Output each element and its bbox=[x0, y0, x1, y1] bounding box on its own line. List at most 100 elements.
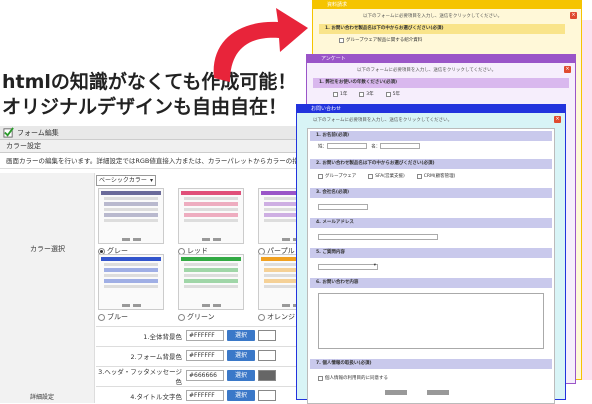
color-swatch-preview[interactable] bbox=[98, 254, 164, 310]
setting-label: 2.フォーム背景色 bbox=[130, 352, 182, 361]
select-color-button[interactable]: 選択 bbox=[227, 350, 255, 361]
yellow-card-q1: 1. お問い合わせ製品名は下の中からお選びください(必須) bbox=[319, 24, 565, 34]
question-select[interactable]: ▾ bbox=[318, 263, 378, 270]
color-select-label: カラー選択 bbox=[30, 245, 65, 253]
select-color-button[interactable]: 選択 bbox=[227, 330, 255, 341]
privacy-consent-checkbox[interactable]: 個人情報の利用目的に同意する bbox=[318, 375, 388, 381]
purple-card-title: アンケート bbox=[307, 55, 575, 63]
swatch-line bbox=[104, 285, 158, 288]
radio-dot[interactable] bbox=[178, 313, 185, 321]
purple-opt-2-label: 3年 bbox=[366, 92, 374, 97]
hex-input[interactable]: #FFFFFF bbox=[186, 390, 224, 401]
color-setting-row: 1.全体背景色 #FFFFFF 選択 bbox=[96, 326, 300, 344]
preset-dropdown[interactable]: ベーシックカラー ▾ bbox=[96, 175, 156, 186]
swatch-bar bbox=[104, 268, 158, 272]
hex-input[interactable]: #666666 bbox=[186, 370, 224, 381]
swatch-button bbox=[132, 238, 141, 241]
swatch-button bbox=[212, 238, 221, 241]
color-preview-swatch bbox=[258, 370, 276, 381]
swatch-line bbox=[184, 197, 238, 200]
inquiry-q2-opt-1-label: グループウェア bbox=[325, 174, 357, 179]
color-swatch-preview[interactable] bbox=[178, 254, 244, 310]
inquiry-q2-opt-3-label: CRM(顧客管理) bbox=[423, 174, 456, 179]
inquiry-q2-text: 2. お問い合わせ製品名は下の中からお選びください(必須) bbox=[316, 161, 435, 166]
setting-label: 1.全体背景色 bbox=[143, 332, 182, 341]
email-input[interactable] bbox=[318, 233, 438, 240]
radio-dot[interactable] bbox=[258, 313, 265, 321]
swatch-button bbox=[212, 304, 221, 307]
purple-card-intro: 以下のフォームに必要項目を入力し、送信をクリックしてください。 bbox=[357, 68, 497, 73]
color-radio[interactable]: オレンジ bbox=[258, 312, 295, 322]
inquiry-form-card: お問い合わせ × 以下のフォームに必要項目を入力し、送信をクリックしてください。… bbox=[296, 104, 566, 404]
swatch-line bbox=[184, 274, 238, 277]
swatch-button bbox=[281, 238, 290, 241]
close-icon[interactable]: × bbox=[564, 66, 571, 73]
purple-opt-2[interactable]: 3年 bbox=[359, 91, 374, 97]
setting-label: 3.ヘッダ・フッタメッセージ色 bbox=[98, 367, 182, 386]
inquiry-q6: 6. お問い合わせ内容 bbox=[310, 278, 552, 288]
color-preview-swatch bbox=[258, 350, 276, 361]
close-icon[interactable]: × bbox=[554, 116, 561, 123]
red-arrow-icon bbox=[213, 8, 308, 82]
color-setting-row: 3.ヘッダ・フッタメッセージ色 #666666 選択 bbox=[96, 366, 300, 386]
inquiry-q1: 1. お名前(必須) bbox=[310, 131, 552, 141]
privacy-consent-label: 個人情報の利用目的に同意する bbox=[325, 376, 388, 381]
inquiry-form-body: 1. お名前(必須) 姓： 名： 2. お問い合わせ製品名は下の中からお選びくだ… bbox=[307, 128, 555, 404]
color-radio-label: オレンジ bbox=[267, 313, 295, 321]
yellow-card-title: 資料請求 bbox=[313, 1, 581, 9]
inquiry-q3-text: 3. 会社名(必須) bbox=[316, 190, 350, 195]
yellow-q1-option[interactable]: グループウェア製品に関する紹介資料 bbox=[339, 37, 422, 43]
select-color-button[interactable]: 選択 bbox=[227, 370, 255, 381]
yellow-q1-text: 1. お問い合わせ製品名は下の中からお選びください(必須) bbox=[325, 26, 444, 31]
last-name-label: 姓： bbox=[318, 144, 327, 150]
color-radio-label: ブルー bbox=[107, 313, 128, 321]
swatch-bar bbox=[184, 213, 238, 217]
swatch-button bbox=[121, 238, 130, 241]
color-radio-label: グリーン bbox=[187, 313, 215, 321]
swatch-header bbox=[181, 257, 241, 261]
swatch-bar bbox=[184, 268, 238, 272]
purple-opt-3[interactable]: 5年 bbox=[385, 91, 400, 97]
inquiry-card-title: お問い合わせ bbox=[297, 105, 565, 113]
reset-button[interactable] bbox=[385, 390, 407, 395]
section-description: 画面カラーの編集を行います。詳細設定ではRGB値直接入力または、カラーパレットか… bbox=[0, 153, 300, 169]
select-color-button[interactable]: 選択 bbox=[227, 390, 255, 401]
swatch-line bbox=[184, 285, 238, 288]
purple-card-q1: 1. 弊社をお使いの年数ください(必須) bbox=[313, 78, 569, 88]
swatch-line bbox=[184, 219, 238, 222]
swatch-bar bbox=[104, 279, 158, 283]
swatch-line bbox=[104, 197, 158, 200]
close-icon[interactable]: × bbox=[570, 12, 577, 19]
purple-opt-1[interactable]: 1年 bbox=[333, 91, 347, 97]
inquiry-textarea[interactable] bbox=[318, 293, 544, 349]
company-input[interactable] bbox=[318, 203, 368, 210]
hex-input[interactable]: #FFFFFF bbox=[186, 330, 224, 341]
inquiry-q2-opt-2-label: SFA(営業支援) bbox=[375, 174, 405, 179]
submit-button[interactable] bbox=[427, 390, 449, 395]
color-preview-swatch bbox=[258, 330, 276, 341]
first-name-input[interactable] bbox=[380, 143, 421, 149]
hex-input[interactable]: #FFFFFF bbox=[186, 350, 224, 361]
color-radio[interactable]: グリーン bbox=[178, 312, 215, 322]
last-name-input[interactable] bbox=[327, 143, 367, 149]
inquiry-card-intro: 以下のフォームに必要項目を入力し、送信をクリックしてください。 bbox=[313, 118, 453, 123]
swatch-button bbox=[132, 304, 141, 307]
inquiry-q2-opt-1[interactable]: グループウェア bbox=[318, 173, 356, 179]
color-setting-row: 2.フォーム背景色 #FFFFFF 選択 bbox=[96, 346, 300, 364]
swatch-header bbox=[101, 257, 161, 261]
inquiry-q2-opt-3[interactable]: CRM(顧客管理) bbox=[416, 173, 456, 179]
color-setting-row: 4.タイトル文字色 #FFFFFF 選択 bbox=[96, 386, 300, 404]
chevron-down-icon: ▾ bbox=[149, 177, 153, 184]
color-swatch-preview[interactable] bbox=[98, 188, 164, 244]
inquiry-q7-text: 7. 個人情報の取扱い(必須) bbox=[316, 361, 372, 366]
swatch-button bbox=[121, 304, 130, 307]
radio-dot[interactable] bbox=[98, 313, 105, 321]
swatch-button bbox=[201, 238, 210, 241]
color-swatch-preview[interactable] bbox=[178, 188, 244, 244]
swatch-line bbox=[104, 274, 158, 277]
color-radio[interactable]: ブルー bbox=[98, 312, 128, 322]
purple-opt-3-label: 5年 bbox=[392, 92, 400, 97]
inquiry-q2-opt-2[interactable]: SFA(営業支援) bbox=[368, 173, 405, 179]
first-name-label: 名： bbox=[371, 144, 381, 150]
inquiry-q5: 5. ご質問内容 bbox=[310, 248, 552, 258]
